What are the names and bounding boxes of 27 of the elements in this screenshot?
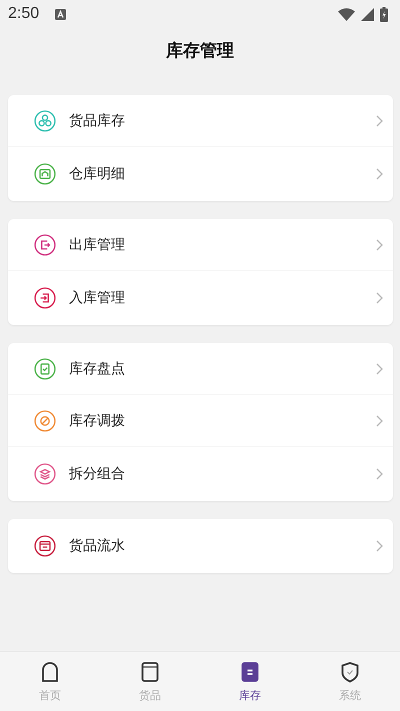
chevron-right-icon [376,292,383,304]
menu-item[interactable]: 库存调拨 [8,395,393,447]
menu-item[interactable]: 货品流水 [8,519,393,573]
menu-item[interactable]: 出库管理 [8,219,393,271]
tab[interactable]: 库存 [200,652,300,711]
chevron-right-icon [376,540,383,552]
chevron-right-icon [376,362,383,374]
chevron-right-icon [376,238,383,250]
status-time: 2:50 [8,5,40,23]
menu-item[interactable]: 仓库明细 [8,147,393,201]
tab-icon [140,660,160,682]
menu-item[interactable]: 货品库存 [8,95,393,147]
chevron-right-icon [376,414,383,426]
menu-item[interactable]: 入库管理 [8,271,393,325]
tab-icon [40,660,60,682]
chevron-right-icon [376,468,383,480]
chevron-right-icon [376,168,383,180]
wifi-icon [338,8,355,20]
chevron-right-icon [376,114,383,126]
menu-item[interactable]: 拆分组合 [8,447,393,501]
battery-icon [380,6,388,22]
page-title: 库存管理 [166,40,234,62]
notification-icon [55,9,66,20]
menu-item[interactable]: 库存盘点 [8,343,393,395]
tab-icon [340,660,360,682]
signal-icon [361,8,374,20]
tab-icon [240,660,260,682]
